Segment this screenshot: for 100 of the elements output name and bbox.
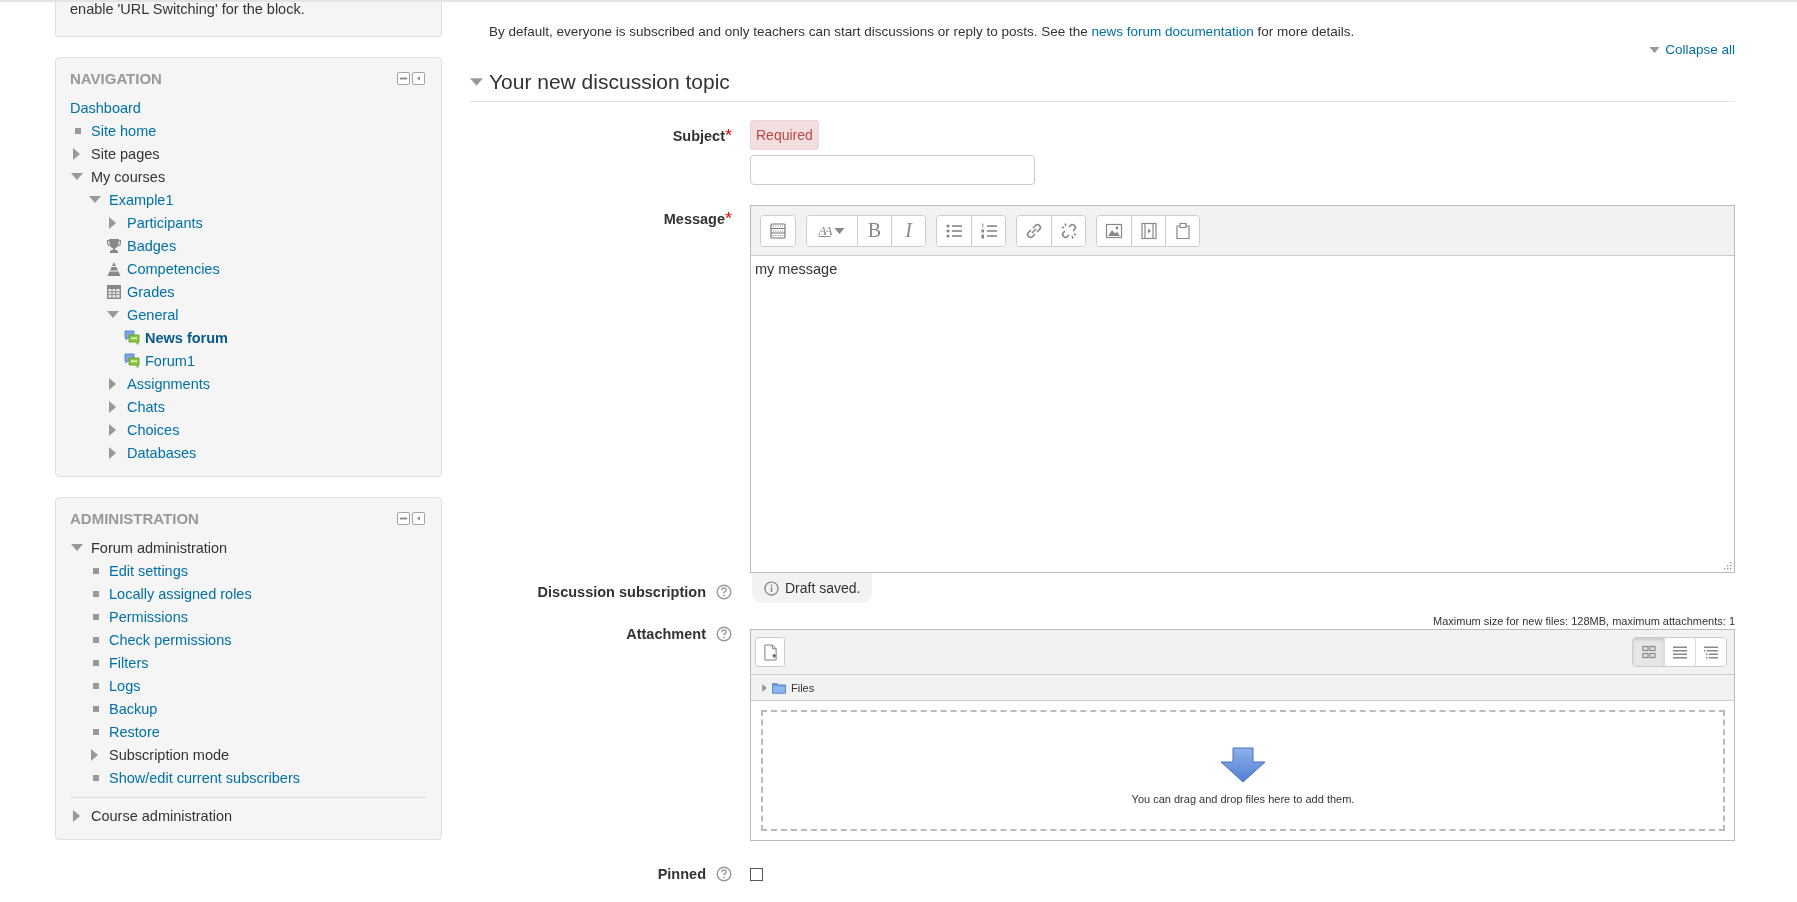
dock-block-icon[interactable] — [412, 512, 425, 525]
nav-item[interactable]: Course administration — [91, 807, 233, 824]
icons-view-button[interactable] — [1633, 638, 1664, 666]
toolbar-toggle-button[interactable] — [761, 215, 795, 246]
caret-down-icon[interactable] — [71, 544, 83, 551]
arrow-down-icon — [1220, 746, 1266, 783]
drop-hint: You can drag and drop files here to add them. — [1131, 792, 1355, 805]
nav-item[interactable]: Subscription mode — [109, 746, 230, 763]
list-view-button[interactable] — [1664, 638, 1695, 666]
block-title: ADMINISTRATION — [70, 510, 199, 527]
nav-link[interactable]: Example1 — [109, 191, 174, 208]
resize-grip-icon[interactable] — [1724, 562, 1732, 570]
list-icon — [1672, 644, 1688, 660]
nav-link[interactable]: Databases — [127, 444, 197, 461]
nav-link[interactable]: Assignments — [127, 375, 210, 392]
unlink-button[interactable] — [1051, 215, 1085, 246]
pinned-checkbox[interactable] — [750, 868, 763, 881]
bullet-icon — [93, 728, 99, 735]
text-editor[interactable]: AA B I my message — [750, 205, 1735, 573]
bullet-icon — [75, 127, 81, 134]
italic-button[interactable]: I — [891, 215, 925, 246]
bullet-icon — [93, 682, 99, 689]
nav-link[interactable]: Logs — [109, 677, 141, 694]
files-button[interactable] — [1165, 215, 1199, 246]
message-text: my message — [755, 261, 838, 277]
collapse-block-icon[interactable] — [397, 512, 410, 525]
caret-down-icon[interactable] — [1649, 46, 1661, 53]
nav-link[interactable]: Permissions — [109, 608, 188, 625]
nav-link[interactable]: Show/edit current subscribers — [109, 769, 300, 786]
dock-block-icon[interactable] — [412, 72, 425, 85]
caret-down-icon[interactable] — [107, 311, 119, 318]
nav-item[interactable]: My courses — [91, 168, 166, 185]
pyramid-icon — [106, 260, 122, 277]
caret-right-icon[interactable] — [109, 400, 116, 413]
caret-right-icon[interactable] — [73, 809, 80, 822]
bullet-icon — [93, 590, 99, 597]
caret-right-icon[interactable] — [109, 446, 116, 459]
caret-down-icon[interactable] — [470, 78, 483, 86]
film-icon — [1138, 220, 1159, 241]
speech-bubbles-icon — [124, 352, 140, 369]
nav-link[interactable]: Edit settings — [109, 562, 188, 579]
caret-right-icon[interactable] — [73, 147, 80, 160]
tree-view-button[interactable] — [1695, 638, 1726, 666]
intro-text: By default, everyone is subscribed and only teachers can start discussions or reply to posts. See the news forum documentation for more details. — [489, 23, 1356, 41]
trophy-icon — [106, 237, 122, 254]
nav-link[interactable]: Choices — [127, 421, 180, 438]
nav-link[interactable]: Badges — [127, 237, 177, 254]
bullet-icon — [93, 659, 99, 666]
caret-right-icon[interactable] — [109, 423, 116, 436]
nav-link[interactable]: Forum1 — [145, 352, 195, 369]
nav-link[interactable]: Chats — [127, 398, 165, 415]
nav-link[interactable]: Filters — [109, 654, 149, 671]
draft-text: Draft saved. — [785, 580, 861, 596]
caret-right-icon[interactable] — [91, 748, 98, 761]
caret-down-icon[interactable] — [89, 196, 101, 203]
section-title[interactable]: Your new discussion topic — [489, 70, 730, 94]
subject-input[interactable] — [750, 155, 1035, 185]
folder-name[interactable]: Files — [791, 681, 815, 694]
drop-zone[interactable]: You can drag and drop files here to add them. — [761, 710, 1725, 831]
bullet-icon — [93, 705, 99, 712]
nav-item[interactable]: Site pages — [91, 145, 160, 162]
help-icon[interactable] — [716, 626, 732, 642]
help-icon[interactable] — [716, 866, 732, 882]
add-file-button[interactable] — [755, 637, 785, 667]
nav-link[interactable]: Restore — [109, 723, 160, 740]
nav-link[interactable]: Backup — [109, 700, 158, 717]
caret-right-icon[interactable] — [762, 683, 767, 692]
nav-link[interactable]: News forum — [145, 329, 228, 346]
nav-link[interactable]: Locally assigned roles — [109, 585, 252, 602]
field-label: Message — [663, 210, 725, 229]
nav-item[interactable]: Forum administration — [91, 539, 228, 556]
add-file-icon — [762, 643, 778, 661]
numbered-list-button[interactable] — [971, 215, 1005, 246]
bullet-icon — [93, 567, 99, 574]
collapse-block-icon[interactable] — [397, 72, 410, 85]
caret-right-icon[interactable] — [109, 216, 116, 229]
caret-down-icon — [834, 227, 846, 234]
toolbar-toggle-icon — [768, 220, 788, 241]
nav-link[interactable]: Competencies — [127, 260, 220, 277]
folder-icon — [772, 681, 786, 694]
caret-right-icon[interactable] — [109, 377, 116, 390]
nav-link[interactable]: Site home — [91, 122, 157, 139]
info-icon — [764, 580, 779, 596]
field-label: Subject — [672, 127, 725, 146]
grid-icon — [1640, 644, 1657, 660]
nav-link[interactable]: Dashboard — [70, 99, 141, 116]
nav-link[interactable]: Grades — [127, 283, 175, 300]
collapse-all-link[interactable]: Collapse all — [1649, 42, 1735, 57]
nav-link[interactable]: Check permissions — [109, 631, 232, 648]
nav-link[interactable]: Participants — [127, 214, 203, 231]
block-title: NAVIGATION — [70, 70, 162, 87]
speech-bubbles-icon — [124, 329, 140, 346]
table-icon — [106, 283, 122, 300]
help-icon[interactable] — [716, 584, 732, 600]
nav-link[interactable]: General — [127, 306, 179, 323]
field-label: Discussion subscription — [537, 583, 706, 602]
file-limits-text: Maximum size for new files: 128MB, maximum attachments: 1 — [1433, 615, 1735, 627]
indented-list-icon — [1703, 644, 1719, 660]
documentation-link[interactable]: news forum documentation — [1091, 24, 1254, 39]
caret-down-icon[interactable] — [71, 173, 83, 180]
